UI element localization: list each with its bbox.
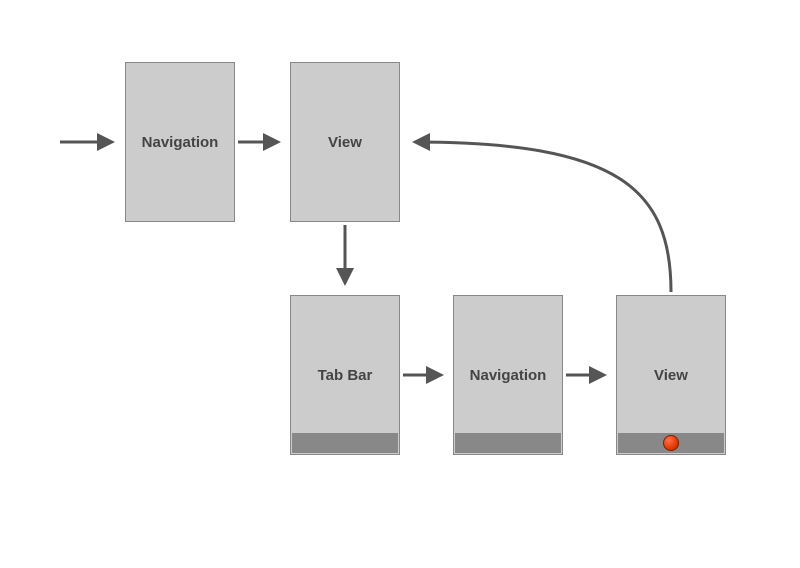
tab-bar-strip: [455, 433, 561, 453]
diagram-edges: [0, 0, 800, 568]
node-navigation-top: Navigation: [125, 62, 235, 222]
node-view-top: View: [290, 62, 400, 222]
node-label: Tab Bar: [318, 367, 373, 384]
node-tab-bar: Tab Bar: [290, 295, 400, 455]
tab-bar-strip: [292, 433, 398, 453]
active-tab-indicator-icon: [663, 435, 679, 451]
node-view-bottom: View: [616, 295, 726, 455]
tab-bar-strip: [618, 433, 724, 453]
node-label: Navigation: [142, 134, 219, 151]
node-label: View: [328, 134, 362, 151]
node-label: Navigation: [470, 367, 547, 384]
node-navigation-bottom: Navigation: [453, 295, 563, 455]
node-label: View: [654, 367, 688, 384]
edge-viewbottom-to-viewtop: [415, 142, 671, 292]
